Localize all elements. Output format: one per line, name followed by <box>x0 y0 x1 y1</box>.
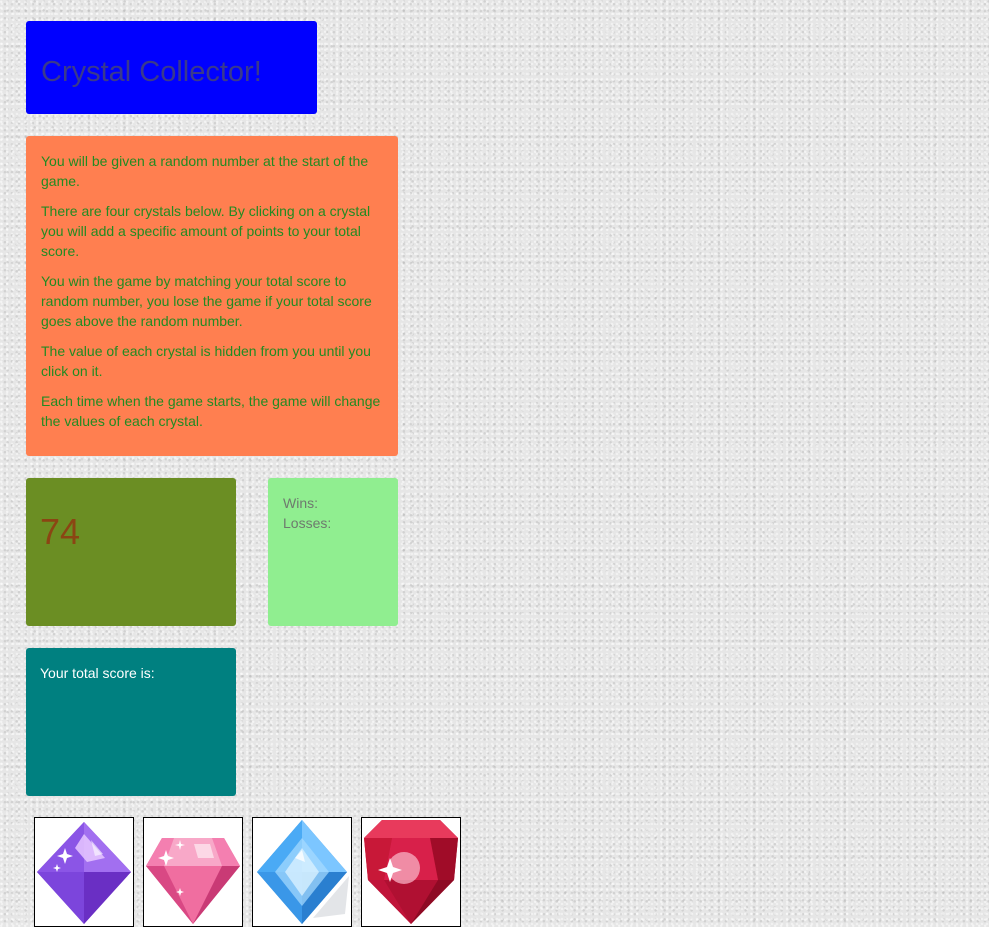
target-number: 74 <box>40 511 81 552</box>
title-panel: Crystal Collector! <box>26 21 317 114</box>
total-score-label: Your total score is: <box>40 665 155 681</box>
blue-crystal-icon <box>257 820 349 924</box>
pink-crystal-icon <box>146 838 240 924</box>
instruction-paragraph: You win the game by matching your total … <box>41 273 372 329</box>
target-number-panel: 74 <box>26 478 236 626</box>
crystal-button-pink[interactable] <box>143 817 243 927</box>
red-crystal-icon <box>364 820 458 924</box>
wins-label: Wins: <box>283 495 318 511</box>
crystal-button-red[interactable] <box>361 817 461 927</box>
crystal-button-purple[interactable] <box>34 817 134 927</box>
instruction-paragraph: Each time when the game starts, the game… <box>41 393 381 429</box>
purple-crystal-icon <box>37 822 131 924</box>
stats-panel: Wins: Losses: <box>268 478 398 626</box>
instructions-panel: You will be given a random number at the… <box>26 136 398 456</box>
total-score-panel: Your total score is: <box>26 648 236 796</box>
instruction-paragraph: You will be given a random number at the… <box>41 153 369 189</box>
page-title: Crystal Collector! <box>41 56 262 88</box>
instruction-paragraph: The value of each crystal is hidden from… <box>41 343 371 379</box>
crystal-button-blue[interactable] <box>252 817 352 927</box>
losses-label: Losses: <box>283 515 332 531</box>
instruction-paragraph: There are four crystals below. By clicki… <box>41 203 371 259</box>
